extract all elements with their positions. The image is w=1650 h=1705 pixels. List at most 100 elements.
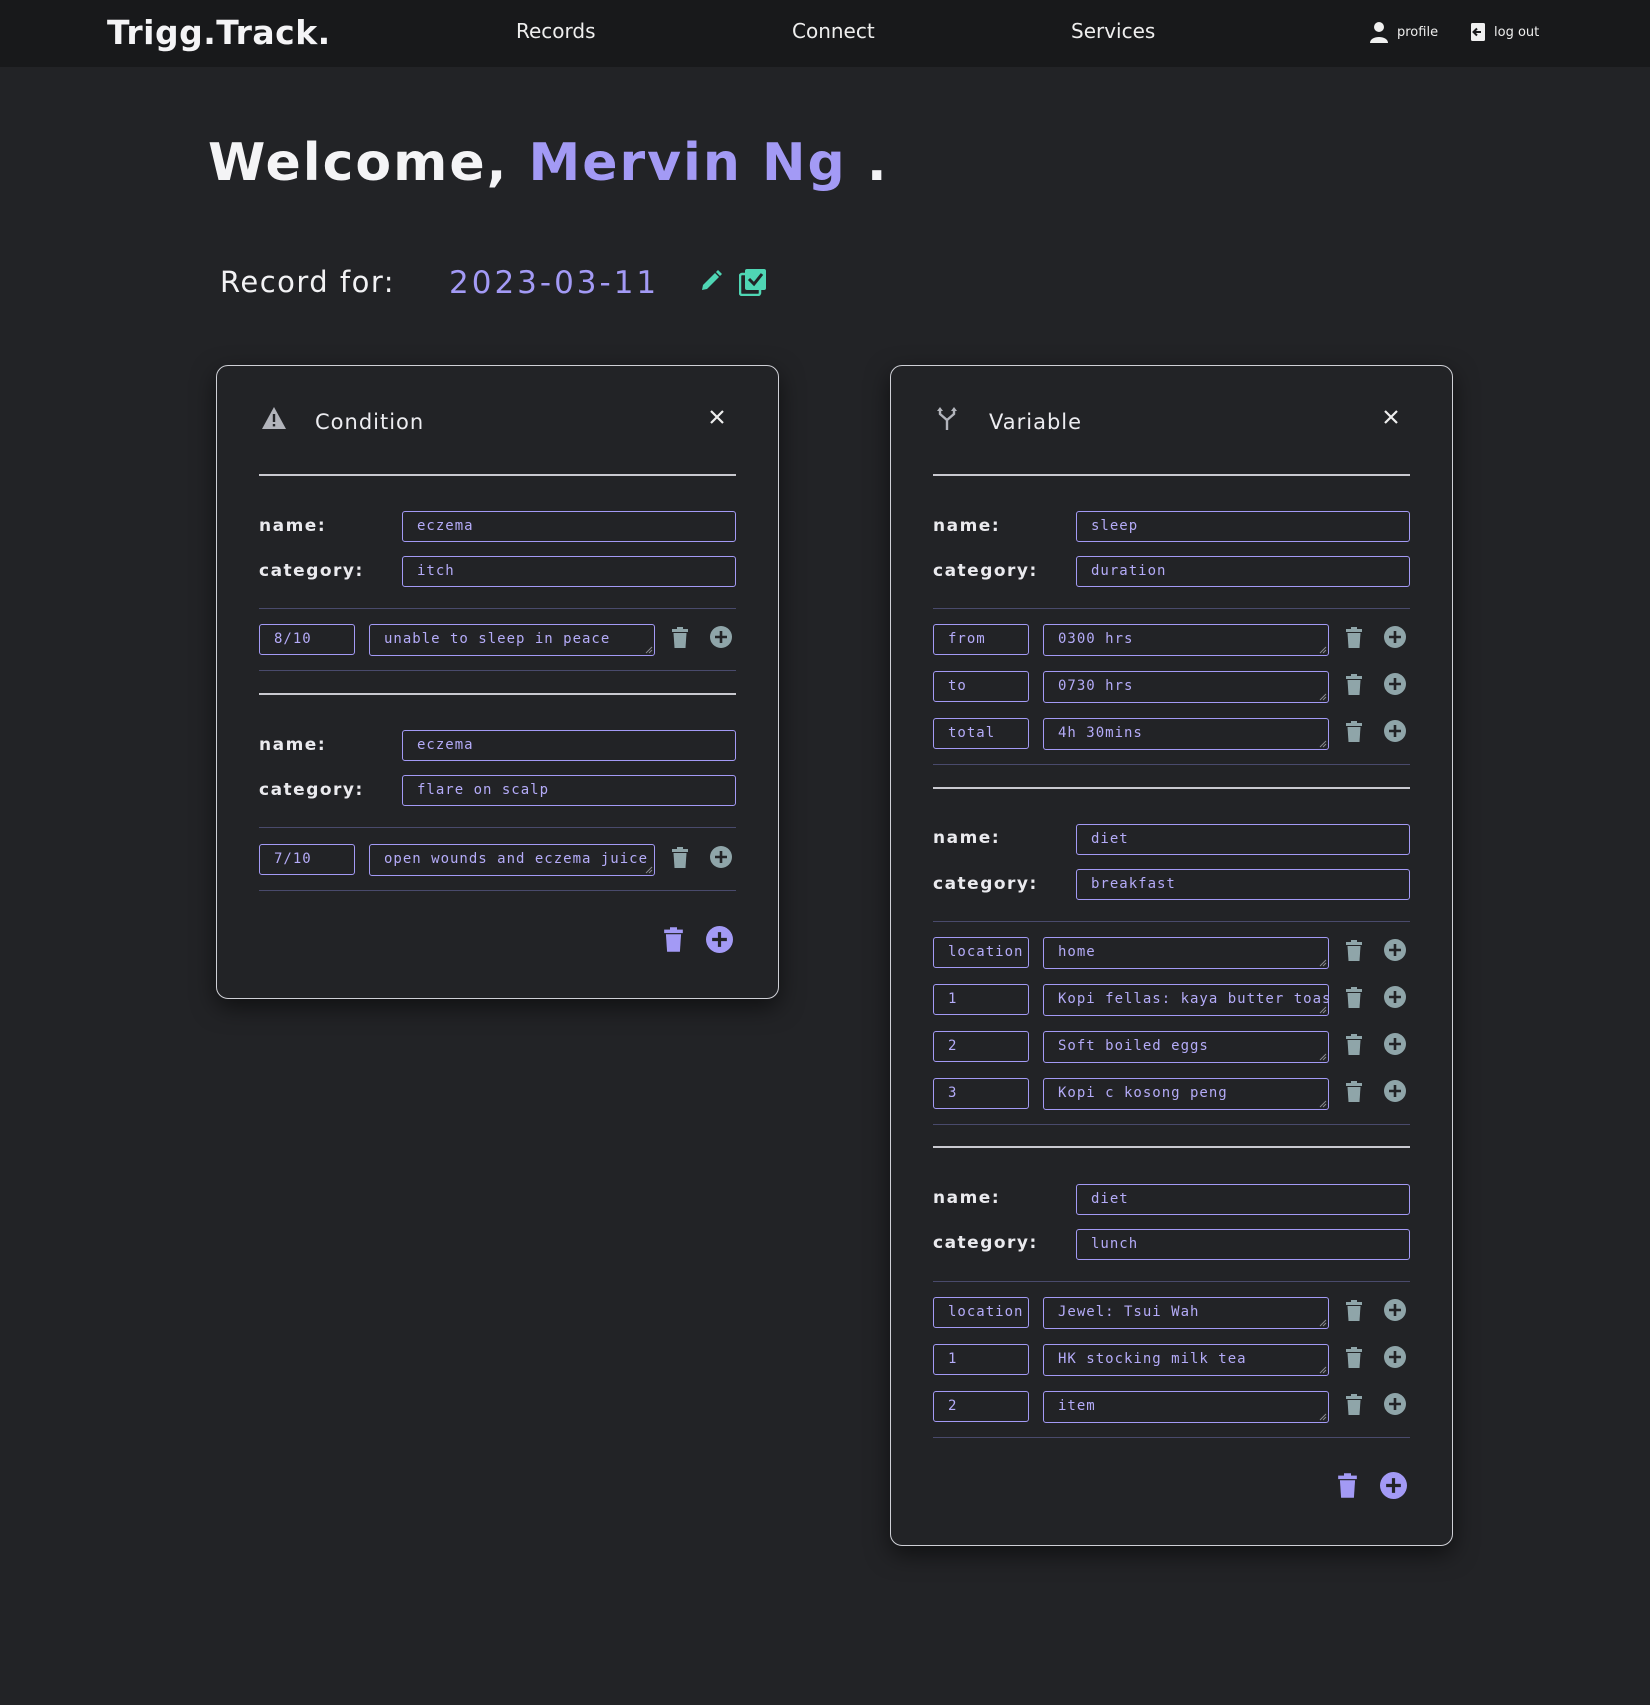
resize-grip-icon[interactable] [1319,1413,1327,1421]
delete-row-icon[interactable] [1345,1034,1363,1055]
delete-row-button[interactable] [1345,1034,1363,1059]
variable-name-input[interactable]: diet [1076,1184,1410,1215]
variable-key-input[interactable]: to [933,671,1029,702]
variable-value-textarea[interactable]: item [1043,1391,1329,1423]
add-row-button[interactable] [1384,673,1406,699]
resize-grip-icon[interactable] [1319,1319,1327,1327]
add-row-button[interactable] [1384,1393,1406,1419]
nav-link-records[interactable]: Records [516,19,596,43]
condition-severity-input[interactable]: 7/10 [259,844,355,875]
add-row-icon[interactable] [1384,1080,1406,1102]
condition-category-input[interactable]: itch [402,556,736,587]
resize-grip-icon[interactable] [1319,646,1327,654]
variable-name-input[interactable]: diet [1076,824,1410,855]
add-row-icon[interactable] [1384,986,1406,1008]
variable-category-input[interactable]: breakfast [1076,869,1410,900]
add-entry-icon[interactable] [706,926,733,953]
delete-row-icon[interactable] [1345,940,1363,961]
delete-row-button[interactable] [1345,1300,1363,1325]
variable-key-input[interactable]: location [933,937,1029,968]
resize-grip-icon[interactable] [645,866,653,874]
nav-link-services[interactable]: Services [1071,19,1155,43]
variable-value-textarea[interactable]: Soft boiled eggs [1043,1031,1329,1063]
add-row-icon[interactable] [1384,1346,1406,1368]
nav-link-connect[interactable]: Connect [792,19,875,43]
delete-row-icon[interactable] [671,847,689,868]
variable-key-input[interactable]: 1 [933,1344,1029,1375]
condition-category-input[interactable]: flare on scalp [402,775,736,806]
add-row-button[interactable] [1384,986,1406,1012]
delete-row-button[interactable] [1345,674,1363,699]
delete-row-button[interactable] [1345,940,1363,965]
delete-row-icon[interactable] [1345,721,1363,742]
resize-grip-icon[interactable] [1319,740,1327,748]
delete-row-icon[interactable] [1345,987,1363,1008]
delete-row-button[interactable] [1345,1347,1363,1372]
profile-link[interactable]: profile [1369,20,1438,44]
delete-row-icon[interactable] [1345,627,1363,648]
resize-grip-icon[interactable] [645,646,653,654]
close-icon[interactable] [1382,408,1400,426]
add-row-icon[interactable] [1384,626,1406,648]
brand-logo[interactable]: Trigg.Track. [107,13,331,52]
add-row-button[interactable] [1384,1299,1406,1325]
add-row-icon[interactable] [710,626,732,648]
variable-value-textarea[interactable]: 4h 30mins [1043,718,1329,750]
delete-row-icon[interactable] [1345,674,1363,695]
delete-entry-icon[interactable] [663,927,684,952]
condition-name-input[interactable]: eczema [402,730,736,761]
delete-row-button[interactable] [1345,721,1363,746]
condition-name-input[interactable]: eczema [402,511,736,542]
condition-note-textarea[interactable]: unable to sleep in peace [369,624,655,656]
variable-value-textarea[interactable]: 0730 hrs [1043,671,1329,703]
add-row-icon[interactable] [1384,720,1406,742]
delete-row-button[interactable] [1345,987,1363,1012]
add-row-icon[interactable] [1384,673,1406,695]
variable-key-input[interactable]: total [933,718,1029,749]
variable-key-input[interactable]: 3 [933,1078,1029,1109]
resize-grip-icon[interactable] [1319,1006,1327,1014]
add-row-icon[interactable] [710,846,732,868]
variable-key-input[interactable]: from [933,624,1029,655]
delete-row-icon[interactable] [671,627,689,648]
variable-value-textarea[interactable]: home [1043,937,1329,969]
resize-grip-icon[interactable] [1319,1100,1327,1108]
add-row-icon[interactable] [1384,1299,1406,1321]
add-entry-icon[interactable] [1380,1472,1407,1499]
variable-value-textarea[interactable]: Jewel: Tsui Wah [1043,1297,1329,1329]
resize-grip-icon[interactable] [1319,959,1327,967]
variable-key-input[interactable]: 2 [933,1031,1029,1062]
delete-row-icon[interactable] [1345,1347,1363,1368]
pencil-icon[interactable] [699,269,723,293]
add-row-button[interactable] [1384,720,1406,746]
add-row-icon[interactable] [1384,1393,1406,1415]
variable-value-textarea[interactable]: Kopi fellas: kaya butter toast [1043,984,1329,1016]
variable-key-input[interactable]: 2 [933,1391,1029,1422]
variable-value-textarea[interactable]: HK stocking milk tea [1043,1344,1329,1376]
variable-key-input[interactable]: location [933,1297,1029,1328]
variable-key-input[interactable]: 1 [933,984,1029,1015]
add-row-button[interactable] [1384,1346,1406,1372]
add-row-icon[interactable] [1384,1033,1406,1055]
variable-name-input[interactable]: sleep [1076,511,1410,542]
delete-row-icon[interactable] [1345,1300,1363,1321]
delete-row-button[interactable] [1345,627,1363,652]
add-row-button[interactable] [1384,1033,1406,1059]
add-row-button[interactable] [1384,626,1406,652]
variable-value-textarea[interactable]: 0300 hrs [1043,624,1329,656]
delete-entry-icon[interactable] [1337,1473,1358,1498]
logout-link[interactable]: log out [1470,20,1539,44]
add-row-icon[interactable] [1384,939,1406,961]
resize-grip-icon[interactable] [1319,693,1327,701]
delete-row-icon[interactable] [1345,1081,1363,1102]
delete-row-button[interactable] [1345,1394,1363,1419]
add-row-button[interactable] [1384,939,1406,965]
variable-category-input[interactable]: lunch [1076,1229,1410,1260]
save-check-icon[interactable] [739,268,767,296]
close-icon[interactable] [708,408,726,426]
resize-grip-icon[interactable] [1319,1053,1327,1061]
variable-category-input[interactable]: duration [1076,556,1410,587]
delete-row-icon[interactable] [1345,1394,1363,1415]
variable-value-textarea[interactable]: Kopi c kosong peng [1043,1078,1329,1110]
condition-severity-input[interactable]: 8/10 [259,624,355,655]
